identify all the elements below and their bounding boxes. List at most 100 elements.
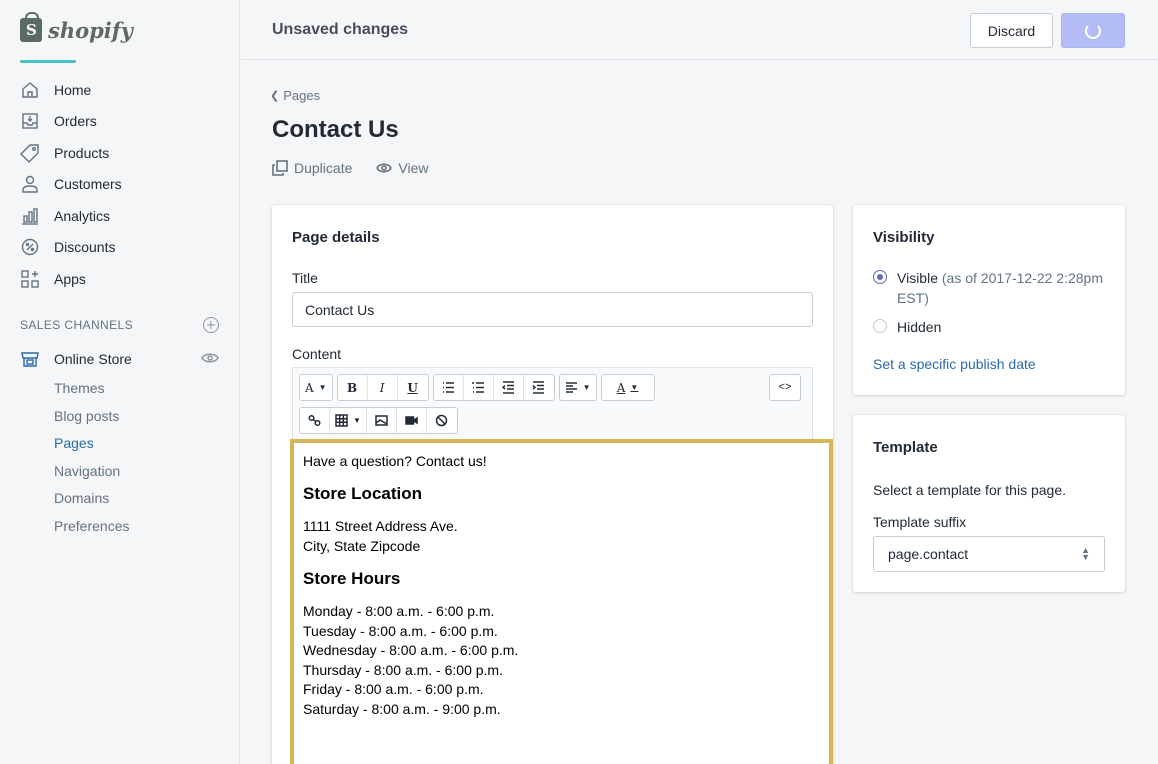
template-suffix-label: Template suffix xyxy=(873,514,967,530)
indent-button[interactable] xyxy=(524,375,554,400)
sidebar-item-analytics[interactable]: Analytics xyxy=(0,200,239,232)
page-details-title: Page details xyxy=(292,229,380,246)
select-arrows-icon: ▲ ▼ xyxy=(1081,545,1090,562)
shopify-bag-icon: S xyxy=(20,12,42,42)
tag-icon xyxy=(20,143,40,163)
radio-selected-icon xyxy=(873,270,887,284)
insert-link-button[interactable] xyxy=(300,408,330,433)
online-store-subnav: Themes Blog posts Pages Navigation Domai… xyxy=(0,375,239,540)
sidebar-item-orders[interactable]: Orders xyxy=(0,106,239,138)
bullet-list-button[interactable] xyxy=(434,375,464,400)
breadcrumb-label: Pages xyxy=(283,88,321,103)
duplicate-action[interactable]: Duplicate xyxy=(272,160,352,176)
analytics-icon xyxy=(20,206,40,226)
main-nav: Home Orders Products Customers Analytics xyxy=(0,74,239,295)
sidebar: S shopify Home Orders Products Customers… xyxy=(0,0,240,764)
discard-button[interactable]: Discard xyxy=(970,13,1053,48)
subnav-item-preferences[interactable]: Preferences xyxy=(0,512,239,540)
address-line: 1111 Street Address Ave. xyxy=(303,518,458,534)
link-icon xyxy=(308,414,321,427)
hidden-radio[interactable]: Hidden xyxy=(873,317,941,337)
insert-image-button[interactable] xyxy=(367,408,397,433)
view-label: View xyxy=(398,160,429,176)
bullet-list-icon xyxy=(442,382,454,393)
unsaved-changes-label: Unsaved changes xyxy=(272,20,409,38)
sidebar-item-apps[interactable]: Apps xyxy=(0,263,239,295)
sidebar-item-online-store[interactable]: Online Store xyxy=(0,343,239,375)
contextual-save-bar: Unsaved changes Discard xyxy=(241,0,1158,60)
outdent-button[interactable] xyxy=(494,375,524,400)
sidebar-item-label: Discounts xyxy=(54,239,116,256)
visibility-card: Visibility Visible (as of 2017-12-22 2:2… xyxy=(853,205,1125,395)
numbered-list-button[interactable] xyxy=(464,375,494,400)
hours-heading: Store Hours xyxy=(303,569,401,588)
logo-underline xyxy=(20,60,76,63)
show-html-button[interactable]: <> xyxy=(770,375,800,400)
video-camera-icon xyxy=(405,416,418,425)
subnav-item-domains[interactable]: Domains xyxy=(0,485,239,513)
visibility-title: Visibility xyxy=(873,229,935,246)
align-dropdown[interactable]: ▼ xyxy=(560,375,596,400)
hidden-label: Hidden xyxy=(897,319,942,335)
sidebar-item-label: Orders xyxy=(54,113,97,130)
hours-line: Thursday - 8:00 a.m. - 6:00 p.m. xyxy=(303,661,503,678)
table-icon xyxy=(335,414,348,427)
font-format-dropdown[interactable]: A ▼ xyxy=(300,375,332,400)
duplicate-icon xyxy=(272,160,288,176)
hours-line: Tuesday - 8:00 a.m. - 6:00 p.m. xyxy=(303,622,498,639)
template-suffix-select[interactable]: page.contact ▲ ▼ xyxy=(873,536,1105,572)
duplicate-label: Duplicate xyxy=(294,160,353,176)
address-block: 1111 Street Address Ave. City, State Zip… xyxy=(303,517,820,556)
text-color-dropdown[interactable]: A ▼ xyxy=(602,375,654,400)
home-icon xyxy=(20,80,40,100)
loading-spinner-icon xyxy=(1085,22,1101,39)
apps-icon xyxy=(20,269,40,289)
intro-text: Have a question? Contact us! xyxy=(303,453,487,469)
sales-channels-title: SALES CHANNELS xyxy=(20,317,133,332)
hours-block: Monday - 8:00 a.m. - 6:00 p.m. Tuesday -… xyxy=(303,602,820,719)
radio-unselected-icon xyxy=(873,319,887,333)
template-card: Template Select a template for this page… xyxy=(853,415,1125,592)
add-channel-icon[interactable] xyxy=(203,316,219,333)
breadcrumb[interactable]: ❮ Pages xyxy=(270,88,320,103)
sidebar-item-products[interactable]: Products xyxy=(0,137,239,169)
insert-table-dropdown[interactable]: ▼ xyxy=(330,408,367,433)
hours-line: Wednesday - 8:00 a.m. - 6:00 p.m. xyxy=(303,642,519,658)
set-publish-date-link[interactable]: Set a specific publish date xyxy=(873,356,1036,372)
indent-icon xyxy=(532,381,545,394)
page-details-card: Page details Title Content A▼ B I U ▼ xyxy=(272,205,833,764)
customers-icon xyxy=(20,174,40,194)
italic-button[interactable]: I xyxy=(368,375,398,400)
clear-formatting-icon xyxy=(436,414,448,427)
sidebar-item-label: Customers xyxy=(54,176,122,193)
page-actions: Duplicate View xyxy=(272,160,428,176)
clear-formatting-button[interactable] xyxy=(427,408,457,433)
subnav-item-blog-posts[interactable]: Blog posts xyxy=(0,402,239,430)
shopify-logo[interactable]: S shopify xyxy=(0,0,239,63)
underline-button[interactable]: U xyxy=(398,375,428,400)
subnav-item-pages[interactable]: Pages xyxy=(0,430,239,458)
visible-radio[interactable]: Visible (as of 2017-12-22 2:28pm EST) xyxy=(873,268,1103,308)
hours-line: Monday - 8:00 a.m. - 6:00 p.m. xyxy=(303,603,495,619)
title-input[interactable] xyxy=(292,292,813,327)
outdent-icon xyxy=(501,381,514,394)
save-button[interactable] xyxy=(1061,13,1125,48)
location-heading: Store Location xyxy=(303,484,423,503)
sidebar-item-home[interactable]: Home xyxy=(0,74,239,106)
sidebar-item-customers[interactable]: Customers xyxy=(0,169,239,201)
hours-line: Saturday - 8:00 a.m. - 9:00 p.m. xyxy=(303,700,501,717)
sidebar-item-discounts[interactable]: Discounts xyxy=(0,232,239,264)
subnav-item-themes[interactable]: Themes xyxy=(0,375,239,403)
address-line: City, State Zipcode xyxy=(303,537,421,554)
visible-label: Visible xyxy=(897,270,938,286)
insert-video-button[interactable] xyxy=(397,408,427,433)
view-store-eye-icon[interactable] xyxy=(201,351,219,367)
subnav-item-navigation[interactable]: Navigation xyxy=(0,457,239,485)
rich-text-editor-content[interactable]: Have a question? Contact us! Store Locat… xyxy=(290,439,833,764)
view-action[interactable]: View xyxy=(376,160,428,176)
bold-button[interactable]: B xyxy=(338,375,368,400)
sidebar-item-label: Products xyxy=(54,144,110,161)
sidebar-item-label: Online Store xyxy=(54,350,132,367)
orders-icon xyxy=(20,111,40,131)
align-left-icon xyxy=(565,382,577,393)
